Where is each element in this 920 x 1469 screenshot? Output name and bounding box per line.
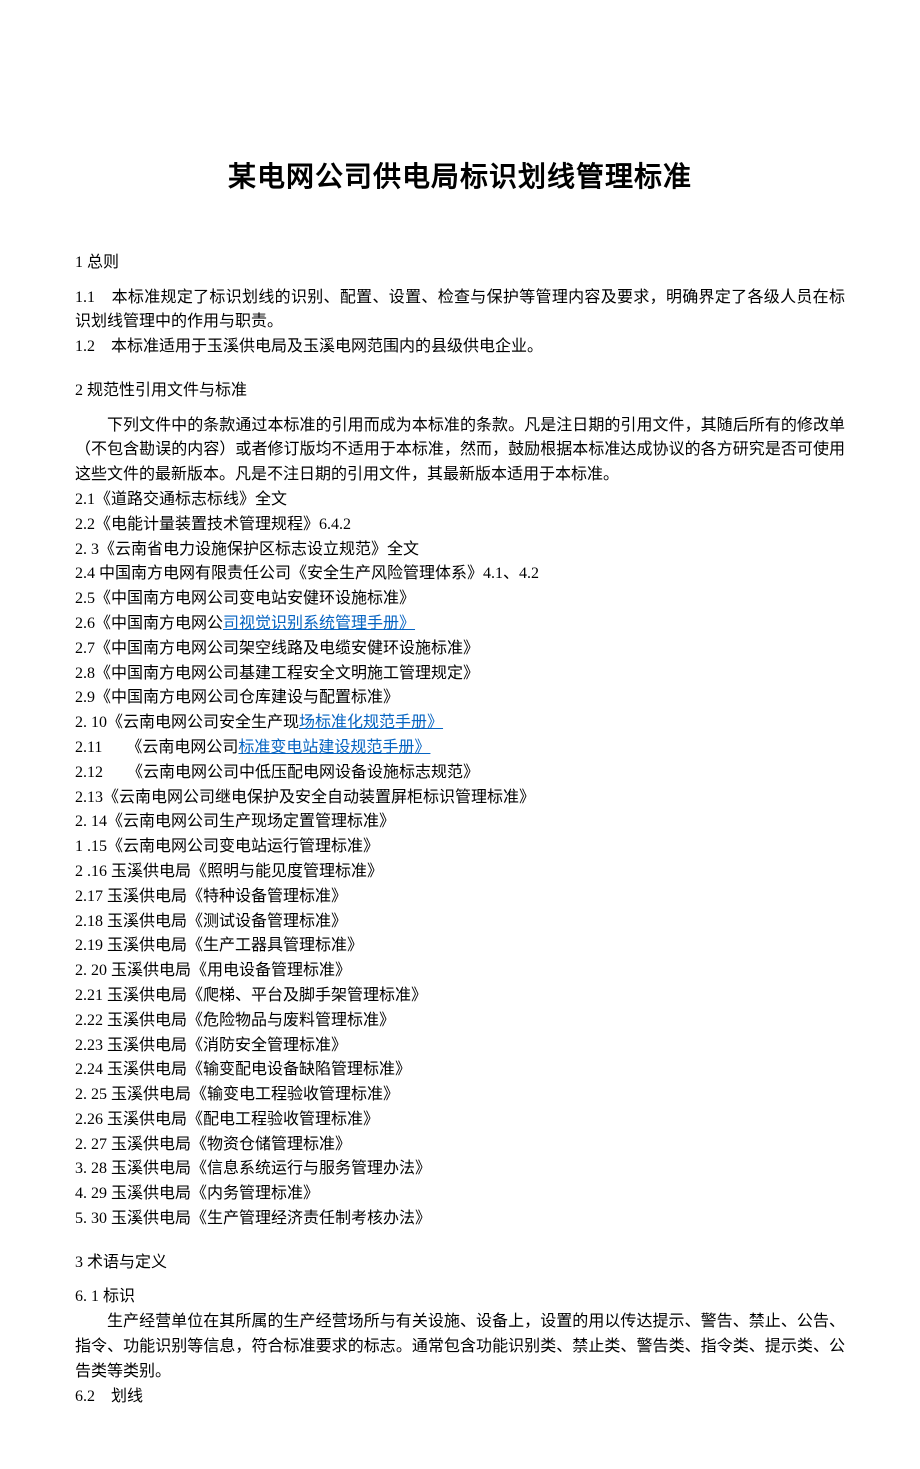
term-1-body: 生产经营单位在其所属的生产经营场所与有关设施、设备上，设置的用以传达提示、警告、…	[75, 1310, 845, 1384]
reference-item: 2. 20 玉溪供电局《用电设备管理标准》	[75, 959, 845, 984]
section-2-heading: 2 规范性引用文件与标准	[75, 378, 845, 404]
reference-item: 4. 29 玉溪供电局《内务管理标准》	[75, 1182, 845, 1207]
section-1-p2: 1.2 本标准适用于玉溪供电局及玉溪电网范围内的县级供电企业。	[75, 335, 845, 360]
reference-item: 1 .15《云南电网公司变电站运行管理标准》	[75, 835, 845, 860]
term-1-heading: 6. 1 标识	[75, 1285, 845, 1310]
reference-item: 2.24 玉溪供电局《输变配电设备缺陷管理标准》	[75, 1058, 845, 1083]
reference-item: 2.23 玉溪供电局《消防安全管理标准》	[75, 1034, 845, 1059]
term-2-heading: 6.2 划线	[75, 1385, 845, 1410]
reference-item: 2.22 玉溪供电局《危险物品与废料管理标准》	[75, 1009, 845, 1034]
reference-text: 2.11 《云南电网公司	[75, 739, 238, 756]
reference-item: 2.5《中国南方电网公司变电站安健环设施标准》	[75, 587, 845, 612]
reference-link[interactable]: 场标准化规范手册》	[299, 714, 443, 731]
reference-text: 2.6《中国南方电网公	[75, 615, 223, 632]
reference-item: 2.6《中国南方电网公司视觉识别系统管理手册》	[75, 612, 845, 637]
reference-item: 2.21 玉溪供电局《爬梯、平台及脚手架管理标准》	[75, 984, 845, 1009]
references-list: 2.1《道路交通标志标线》全文2.2《电能计量装置技术管理规程》6.4.22. …	[75, 488, 845, 1232]
reference-item: 2. 25 玉溪供电局《输变电工程验收管理标准》	[75, 1083, 845, 1108]
reference-link[interactable]: 标准变电站建设规范手册》	[238, 739, 430, 756]
reference-item: 2.19 玉溪供电局《生产工器具管理标准》	[75, 934, 845, 959]
reference-item: 2. 3《云南省电力设施保护区标志设立规范》全文	[75, 538, 845, 563]
reference-item: 2 .16 玉溪供电局《照明与能见度管理标准》	[75, 860, 845, 885]
reference-link[interactable]: 司视觉识别系统管理手册》	[223, 615, 415, 632]
reference-item: 5. 30 玉溪供电局《生产管理经济责任制考核办法》	[75, 1207, 845, 1232]
reference-item: 2.18 玉溪供电局《测试设备管理标准》	[75, 910, 845, 935]
reference-item: 2.13《云南电网公司继电保护及安全自动装置屏柜标识管理标准》	[75, 786, 845, 811]
reference-item: 2.7《中国南方电网公司架空线路及电缆安健环设施标准》	[75, 637, 845, 662]
reference-item: 2.1《道路交通标志标线》全文	[75, 488, 845, 513]
section-1-heading: 1 总则	[75, 250, 845, 276]
reference-item: 3. 28 玉溪供电局《信息系统运行与服务管理办法》	[75, 1157, 845, 1182]
section-1-p1: 1.1 本标准规定了标识划线的识别、配置、设置、检查与保护等管理内容及要求，明确…	[75, 286, 845, 336]
reference-item: 2.17 玉溪供电局《特种设备管理标准》	[75, 885, 845, 910]
document-page: 某电网公司供电局标识划线管理标准 1 总则 1.1 本标准规定了标识划线的识别、…	[0, 0, 920, 1469]
section-3-heading: 3 术语与定义	[75, 1250, 845, 1276]
reference-item: 2.8《中国南方电网公司基建工程安全文明施工管理规定》	[75, 662, 845, 687]
reference-text: 2. 10《云南电网公司安全生产现	[75, 714, 299, 731]
reference-item: 2.9《中国南方电网公司仓库建设与配置标准》	[75, 686, 845, 711]
reference-item: 2. 27 玉溪供电局《物资仓储管理标准》	[75, 1133, 845, 1158]
section-2-intro: 下列文件中的条款通过本标准的引用而成为本标准的条款。凡是注日期的引用文件，其随后…	[75, 414, 845, 488]
reference-item: 2.12 《云南电网公司中低压配电网设备设施标志规范》	[75, 761, 845, 786]
reference-item: 2.26 玉溪供电局《配电工程验收管理标准》	[75, 1108, 845, 1133]
reference-item: 2. 14《云南电网公司生产现场定置管理标准》	[75, 810, 845, 835]
document-title: 某电网公司供电局标识划线管理标准	[75, 155, 845, 195]
reference-item: 2.4 中国南方电网有限责任公司《安全生产风险管理体系》4.1、4.2	[75, 562, 845, 587]
reference-item: 2. 10《云南电网公司安全生产现场标准化规范手册》	[75, 711, 845, 736]
reference-item: 2.11 《云南电网公司标准变电站建设规范手册》	[75, 736, 845, 761]
reference-item: 2.2《电能计量装置技术管理规程》6.4.2	[75, 513, 845, 538]
